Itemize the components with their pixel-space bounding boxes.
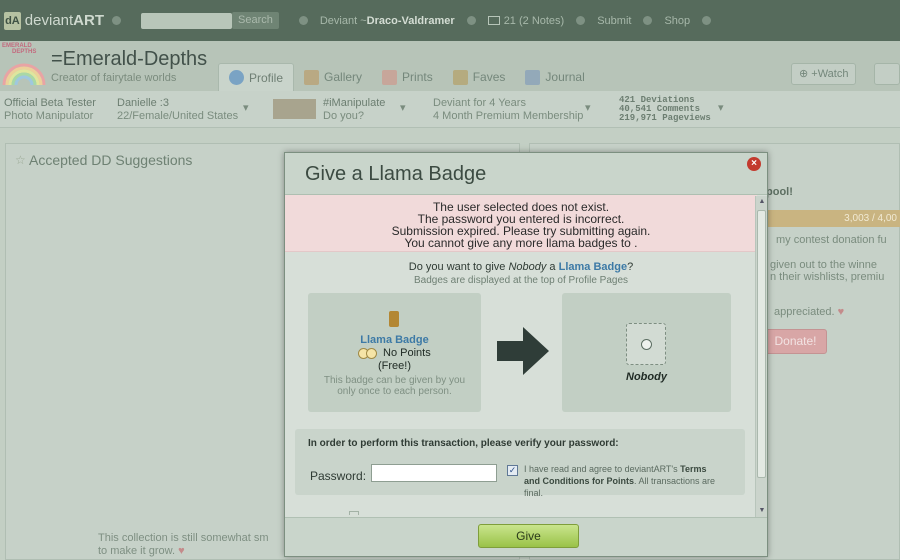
profile-tabs: Profile Gallery Prints Faves Journal bbox=[218, 63, 595, 91]
deviantart-logo[interactable]: dA deviantART bbox=[4, 11, 104, 30]
give-question: Do you want to give Nobody a Llama Badge… bbox=[408, 261, 634, 273]
heart-icon: ♥ bbox=[837, 306, 845, 318]
pool-heading: pool! bbox=[766, 186, 793, 198]
scroll-down-arrow-icon[interactable]: ▼ bbox=[756, 505, 767, 517]
badge-link[interactable]: Llama Badge bbox=[559, 261, 627, 273]
recipient-card: Nobody bbox=[562, 293, 731, 412]
error-messages: The user selected does not exist. The pa… bbox=[285, 195, 757, 252]
recipient-name: Nobody bbox=[626, 371, 667, 383]
donate-button[interactable]: Donate! bbox=[764, 329, 827, 354]
deviantart-logo-icon: dA bbox=[4, 11, 21, 30]
recipient-avatar bbox=[626, 323, 666, 365]
submit-dot-icon[interactable] bbox=[643, 16, 653, 25]
profile-info-strip: Official Beta Tester Photo Manipulator D… bbox=[0, 91, 900, 128]
collection-footer-text: This collection is still somewhat sm to … bbox=[98, 532, 269, 557]
submit-link[interactable]: Submit bbox=[597, 15, 631, 27]
scroll-thumb[interactable] bbox=[757, 210, 766, 478]
tab-faves[interactable]: Faves bbox=[443, 63, 516, 91]
pool-text-1: my contest donation fu bbox=[776, 234, 887, 246]
search-input[interactable] bbox=[141, 12, 232, 29]
tab-journal[interactable]: Journal bbox=[515, 63, 594, 91]
messages-link[interactable]: 21 (2 Notes) bbox=[487, 15, 564, 27]
points-coin-icon bbox=[366, 347, 377, 359]
messages-dot-icon[interactable] bbox=[576, 16, 586, 25]
tab-gallery[interactable]: Gallery bbox=[294, 63, 372, 91]
person-chevron-down-icon[interactable]: ▾ bbox=[243, 102, 249, 115]
hidden-option-checkbox[interactable] bbox=[349, 511, 359, 515]
panel-title: Accepted DD Suggestions bbox=[29, 152, 193, 168]
prints-icon bbox=[382, 69, 398, 85]
tab-profile[interactable]: Profile bbox=[218, 63, 295, 91]
deviant-menu-dot-icon[interactable] bbox=[466, 16, 476, 25]
mail-icon bbox=[487, 15, 500, 25]
dialog-scrollbar[interactable]: ▲ ▼ bbox=[755, 196, 767, 517]
badge-name[interactable]: Llama Badge bbox=[308, 334, 481, 346]
verify-title: In order to perform this transaction, pl… bbox=[308, 438, 619, 449]
error-message: You cannot give any more llama badges to… bbox=[404, 236, 638, 250]
profile-username[interactable]: =Emerald-Depths bbox=[51, 48, 207, 71]
password-verification: In order to perform this transaction, pl… bbox=[295, 429, 745, 498]
llama-badge-dialog: Give a Llama Badge × The user selected d… bbox=[284, 152, 768, 557]
password-field[interactable] bbox=[371, 464, 497, 482]
membership-info: Deviant for 4 Years 4 Month Premium Memb… bbox=[433, 97, 584, 122]
shop-link[interactable]: Shop bbox=[664, 15, 690, 27]
default-avatar-face-icon bbox=[641, 339, 652, 350]
membership-chevron-down-icon[interactable]: ▾ bbox=[585, 102, 591, 115]
info-icon bbox=[229, 70, 244, 85]
send-note-button[interactable] bbox=[874, 63, 900, 85]
dialog-header: Give a Llama Badge × bbox=[285, 153, 767, 195]
faves-icon bbox=[452, 69, 468, 85]
group-info[interactable]: #iManipulate Do you? bbox=[323, 97, 385, 123]
logo-menu-dot-icon[interactable] bbox=[112, 16, 121, 25]
group-chevron-down-icon[interactable]: ▾ bbox=[400, 102, 406, 115]
dialog-title: Give a Llama Badge bbox=[305, 163, 487, 185]
separator-dot-icon bbox=[298, 16, 308, 25]
agree-terms-checkbox[interactable]: ✓ bbox=[507, 465, 518, 476]
gallery-icon bbox=[304, 69, 320, 85]
avatar-logo-text: EMERALD DEPTHS bbox=[2, 43, 37, 55]
badge-points: No Points bbox=[383, 347, 431, 359]
journal-icon bbox=[525, 69, 541, 85]
profile-header: EMERALD DEPTHS =Emerald-Depths Creator o… bbox=[0, 41, 900, 91]
profile-stats: 421 Deviations 40,541 Comments 219,971 P… bbox=[619, 95, 711, 123]
badge-card: Llama Badge No Points (Free!) This badge… bbox=[308, 293, 481, 412]
deviant-menu[interactable]: Deviant ~Draco-Valdramer bbox=[320, 15, 455, 27]
donation-progress-bar: 3,003 / 4,00 bbox=[763, 210, 900, 227]
role-info: Official Beta Tester Photo Manipulator bbox=[4, 97, 96, 122]
badge-description: This badge can be given by you only once… bbox=[323, 375, 466, 397]
person-info[interactable]: Danielle :3 22/Female/United States bbox=[117, 97, 238, 123]
close-icon[interactable]: × bbox=[747, 157, 761, 171]
group-thumbnail[interactable] bbox=[273, 99, 316, 119]
watch-icon: ⊕ bbox=[799, 68, 812, 80]
give-button[interactable]: Give bbox=[478, 524, 579, 548]
pool-text-4: appreciated. ♥ bbox=[774, 306, 845, 318]
arrow-right-icon bbox=[497, 327, 549, 375]
agree-terms-text: I have read and agree to deviantART's Te… bbox=[524, 464, 716, 498]
pool-text-3: n their wishlists, premiu bbox=[770, 271, 885, 283]
star-icon: ☆ bbox=[15, 153, 26, 167]
tab-prints[interactable]: Prints bbox=[372, 63, 443, 91]
badge-free-label: (Free!) bbox=[378, 360, 411, 372]
dialog-body: The user selected does not exist. The pa… bbox=[285, 195, 767, 517]
shop-dot-icon[interactable] bbox=[702, 16, 712, 25]
profile-tagline: Creator of fairytale worlds bbox=[51, 72, 177, 84]
llama-icon bbox=[389, 311, 399, 327]
scroll-up-arrow-icon[interactable]: ▲ bbox=[756, 196, 767, 208]
search-button[interactable]: Search bbox=[232, 12, 279, 29]
pool-text-2: given out to the winne bbox=[770, 259, 878, 271]
top-navigation-bar: dA deviantART Search Deviant ~Draco-Vald… bbox=[0, 0, 900, 41]
badge-display-note: Badges are displayed at the top of Profi… bbox=[413, 275, 629, 286]
watch-button[interactable]: ⊕ +Watch bbox=[791, 63, 857, 85]
heart-icon: ♥ bbox=[178, 545, 185, 557]
dialog-footer: Give bbox=[285, 517, 767, 556]
stats-chevron-down-icon[interactable]: ▾ bbox=[718, 102, 724, 115]
password-label: Password: bbox=[310, 469, 367, 483]
